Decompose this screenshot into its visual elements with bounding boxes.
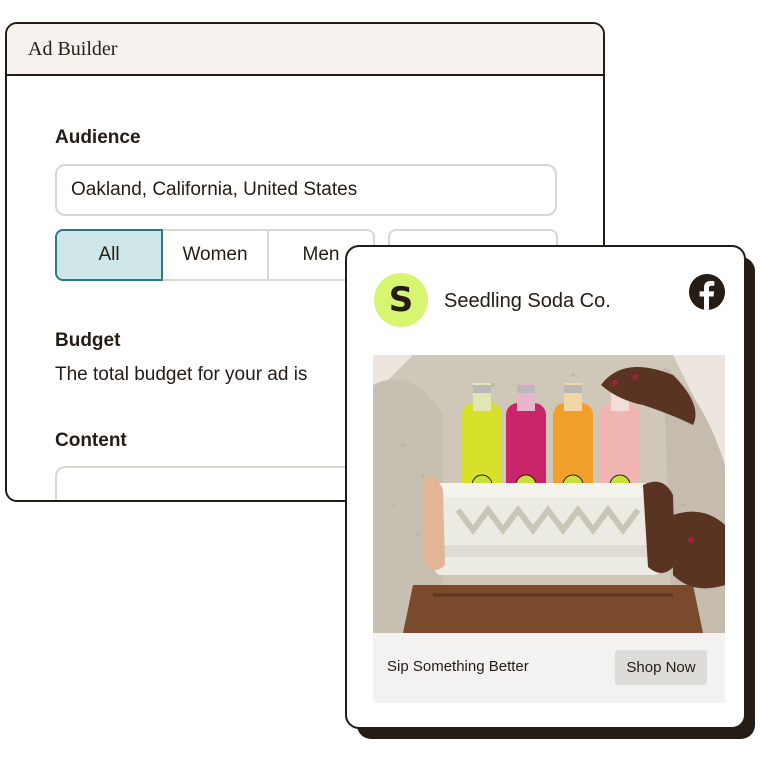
- brand-avatar: S: [374, 273, 428, 327]
- avatar-letter: S: [388, 280, 414, 320]
- window-title: Ad Builder: [28, 37, 118, 60]
- segment-women[interactable]: Women: [161, 229, 269, 281]
- shop-now-button[interactable]: Shop Now: [615, 650, 707, 685]
- audience-heading: Audience: [55, 127, 141, 148]
- product-photo: [373, 355, 725, 633]
- segment-label: All: [98, 244, 120, 265]
- segment-label: Men: [302, 244, 340, 265]
- ad-preview-card: S Seedling Soda Co. Sip Something Better…: [345, 245, 746, 729]
- location-input[interactable]: Oakland, California, United States: [55, 164, 557, 216]
- facebook-icon: [689, 274, 725, 310]
- brand-name: Seedling Soda Co.: [444, 290, 611, 312]
- segment-all[interactable]: All: [55, 229, 163, 281]
- ad-tagline: Sip Something Better: [387, 658, 529, 675]
- location-value: Oakland, California, United States: [71, 179, 358, 200]
- shop-now-label: Shop Now: [626, 659, 696, 676]
- gender-segmented-control: All Women Men: [55, 229, 375, 281]
- budget-heading: Budget: [55, 330, 121, 351]
- segment-label: Women: [182, 244, 248, 265]
- window-titlebar: Ad Builder: [7, 24, 603, 76]
- ad-footer: Sip Something Better Shop Now: [373, 633, 725, 703]
- budget-description: The total budget for your ad is: [55, 364, 308, 385]
- content-heading: Content: [55, 430, 127, 451]
